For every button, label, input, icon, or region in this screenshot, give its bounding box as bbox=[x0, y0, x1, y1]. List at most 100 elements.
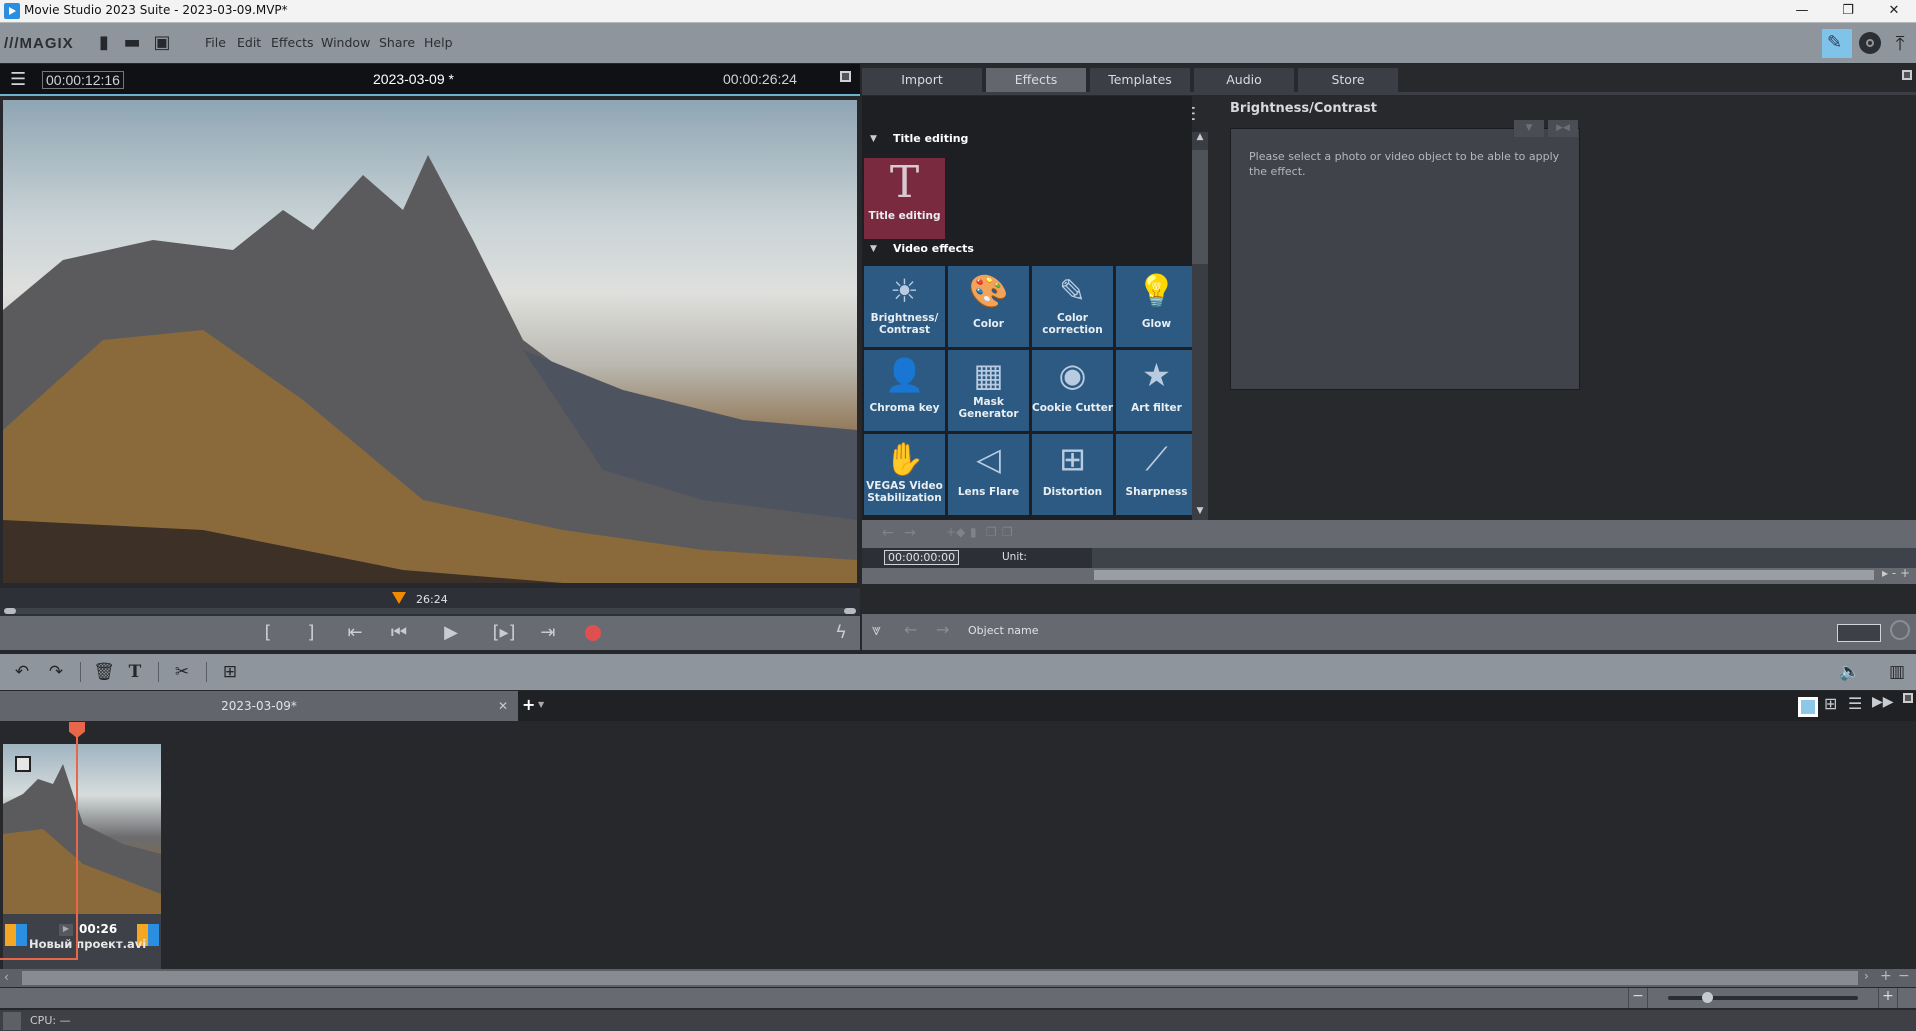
collapse-title-icon[interactable]: ▼ bbox=[870, 134, 877, 144]
multicam-icon[interactable]: ▶▶ bbox=[1872, 694, 1894, 710]
maximize-panel-icon[interactable] bbox=[1902, 70, 1912, 80]
volume-icon[interactable]: 🔈 bbox=[1838, 660, 1862, 684]
back-arrow-icon[interactable]: ← bbox=[904, 620, 917, 639]
go-to-end-button[interactable]: ⇥ bbox=[533, 621, 563, 645]
keyframe-scrollbar[interactable] bbox=[1094, 570, 1874, 580]
effect-tile[interactable]: ⟋ Sharpness bbox=[1116, 434, 1194, 515]
storyboard-area[interactable]: ▶ 00:26 Новый проект.avi bbox=[0, 722, 1916, 976]
upload-button[interactable]: ⤒ bbox=[1890, 32, 1910, 54]
effect-tile[interactable]: ▦ Mask Generator bbox=[948, 350, 1029, 431]
tab-import[interactable]: Import bbox=[862, 68, 982, 92]
effect-tile[interactable]: ⊞ Distortion bbox=[1032, 434, 1113, 515]
storyboard-view-button[interactable] bbox=[1798, 697, 1818, 717]
go-to-start-button[interactable]: ⇤ bbox=[340, 621, 370, 645]
object-color-swatch[interactable] bbox=[1837, 624, 1881, 642]
add-tab-icon[interactable]: + bbox=[522, 695, 535, 714]
menu-edit[interactable]: Edit bbox=[237, 35, 261, 50]
preview-ruler[interactable]: 26:24 bbox=[0, 588, 860, 616]
zoom-minus-button[interactable]: − bbox=[1628, 988, 1648, 1008]
forward-arrow-icon[interactable]: → bbox=[936, 620, 949, 639]
set-in-point-button[interactable]: [ bbox=[253, 621, 283, 645]
previous-keyframe-icon[interactable]: ← bbox=[882, 525, 894, 541]
range-start-handle[interactable] bbox=[4, 608, 16, 614]
tab-templates[interactable]: Templates bbox=[1090, 68, 1190, 92]
previous-frame-button[interactable]: ⏮ bbox=[384, 621, 414, 645]
maximize-preview-icon[interactable] bbox=[840, 71, 851, 82]
section-title-editing[interactable]: Title editing bbox=[893, 132, 968, 145]
effect-tile[interactable]: ◁ Lens Flare bbox=[948, 434, 1029, 515]
menu-help[interactable]: Help bbox=[424, 35, 453, 50]
zoom-in-icon[interactable]: + bbox=[1880, 968, 1892, 984]
disc-burn-button[interactable] bbox=[1859, 32, 1881, 54]
play-button[interactable]: ▶ bbox=[436, 621, 466, 645]
menu-share[interactable]: Share bbox=[379, 35, 415, 50]
effect-tile[interactable]: 💡 Glow bbox=[1116, 266, 1194, 347]
set-out-point-button[interactable]: ] bbox=[296, 621, 326, 645]
new-file-icon[interactable]: ▮ bbox=[94, 32, 114, 54]
tab-dropdown-icon[interactable]: ▼ bbox=[538, 700, 544, 709]
delete-keyframe-icon[interactable]: ▮ bbox=[970, 525, 977, 539]
copy-keyframe-icon[interactable]: ❐ bbox=[986, 525, 997, 539]
timer-icon[interactable] bbox=[1890, 620, 1910, 640]
range-end-handle[interactable] bbox=[844, 608, 856, 614]
tab-store[interactable]: Store bbox=[1298, 68, 1398, 92]
close-tab-icon[interactable]: ✕ bbox=[498, 691, 508, 721]
play-range-button[interactable]: [▸] bbox=[489, 621, 519, 645]
close-button[interactable]: ✕ bbox=[1872, 0, 1916, 22]
timeline-scrollbar[interactable]: ‹ › + − bbox=[0, 968, 1916, 987]
scroll-up-icon[interactable]: ▲ bbox=[1192, 132, 1208, 146]
hamburger-menu-icon[interactable]: ☰ bbox=[10, 69, 26, 90]
compare-button[interactable]: ▶◀ bbox=[1548, 120, 1578, 137]
zoom-out-icon[interactable]: − bbox=[1898, 968, 1910, 984]
tab-effects[interactable]: Effects bbox=[986, 68, 1086, 92]
grid-mode-icon[interactable]: ⊞ bbox=[1824, 694, 1837, 713]
menu-window[interactable]: Window bbox=[321, 35, 370, 50]
collapse-video-icon[interactable]: ▼ bbox=[870, 244, 877, 254]
scroll-right-icon[interactable]: › bbox=[1864, 969, 1869, 983]
keyframe-zoom-icons[interactable]: ▸ - + bbox=[1882, 566, 1910, 580]
record-button[interactable] bbox=[585, 625, 601, 641]
zoom-slider[interactable] bbox=[1668, 992, 1858, 1003]
menu-file[interactable]: File bbox=[205, 35, 226, 50]
transition-left-icon[interactable] bbox=[5, 924, 27, 946]
timeline-scroll-thumb[interactable] bbox=[22, 971, 1858, 985]
tile-title-editing[interactable]: T Title editing bbox=[864, 158, 945, 239]
effect-tile[interactable]: 👤 Chroma key bbox=[864, 350, 945, 431]
expand-down-icon[interactable]: ⩔ bbox=[872, 620, 881, 640]
marker-icon[interactable] bbox=[392, 592, 406, 604]
scroll-left-icon[interactable]: ‹ bbox=[4, 970, 9, 984]
next-keyframe-icon[interactable]: → bbox=[904, 525, 916, 541]
scroll-thumb[interactable] bbox=[1192, 150, 1208, 264]
open-folder-icon[interactable]: ▬ bbox=[122, 32, 142, 54]
maximize-timeline-icon[interactable] bbox=[1903, 693, 1913, 703]
effect-tile[interactable]: ☀ Brightness/ Contrast bbox=[864, 266, 945, 347]
scroll-down-icon[interactable]: ▼ bbox=[1192, 506, 1208, 520]
effect-tile[interactable]: 🎨 Color bbox=[948, 266, 1029, 347]
effect-tile[interactable]: ◉ Cookie Cutter bbox=[1032, 350, 1113, 431]
preview-range-bar[interactable] bbox=[4, 608, 856, 614]
layout-icon[interactable] bbox=[3, 1012, 21, 1030]
playhead-line[interactable] bbox=[76, 736, 78, 960]
add-keyframe-icon[interactable]: +◆ bbox=[946, 525, 965, 539]
delete-icon[interactable]: 🗑 bbox=[92, 660, 116, 684]
cut-scissors-icon[interactable]: ✂ bbox=[170, 660, 194, 684]
effect-tile[interactable]: ✎ Color correction bbox=[1032, 266, 1113, 347]
save-icon[interactable]: ▣ bbox=[152, 32, 172, 54]
undo-icon[interactable]: ↶ bbox=[10, 660, 34, 684]
quick-action-icon[interactable]: ϟ bbox=[826, 621, 856, 645]
menu-effects[interactable]: Effects bbox=[271, 35, 314, 50]
effects-scrollbar[interactable]: ▲ ▼ bbox=[1192, 132, 1208, 520]
effect-tile[interactable]: ✋ VEGAS Video Stabilization bbox=[864, 434, 945, 515]
tab-audio[interactable]: Audio bbox=[1194, 68, 1294, 92]
clip-select-checkbox[interactable] bbox=[15, 756, 31, 772]
paste-keyframe-icon[interactable]: ❐ bbox=[1002, 525, 1013, 539]
edit-mode-button[interactable]: ✎ bbox=[1822, 29, 1852, 58]
clip-item[interactable]: ▶ 00:26 Новый проект.avi bbox=[3, 744, 161, 976]
keyframe-timecode[interactable]: 00:00:00:00 bbox=[884, 550, 960, 565]
timeline-project-tab[interactable]: 2023-03-09* ✕ bbox=[0, 691, 518, 721]
timeline-mode-icon[interactable]: ☰ bbox=[1848, 694, 1862, 713]
insert-mode-icon[interactable]: ⊞ bbox=[218, 660, 242, 684]
current-timecode[interactable]: 00:00:12:16 bbox=[42, 71, 124, 89]
redo-icon[interactable]: ↷ bbox=[44, 660, 68, 684]
video-preview[interactable] bbox=[3, 100, 857, 583]
